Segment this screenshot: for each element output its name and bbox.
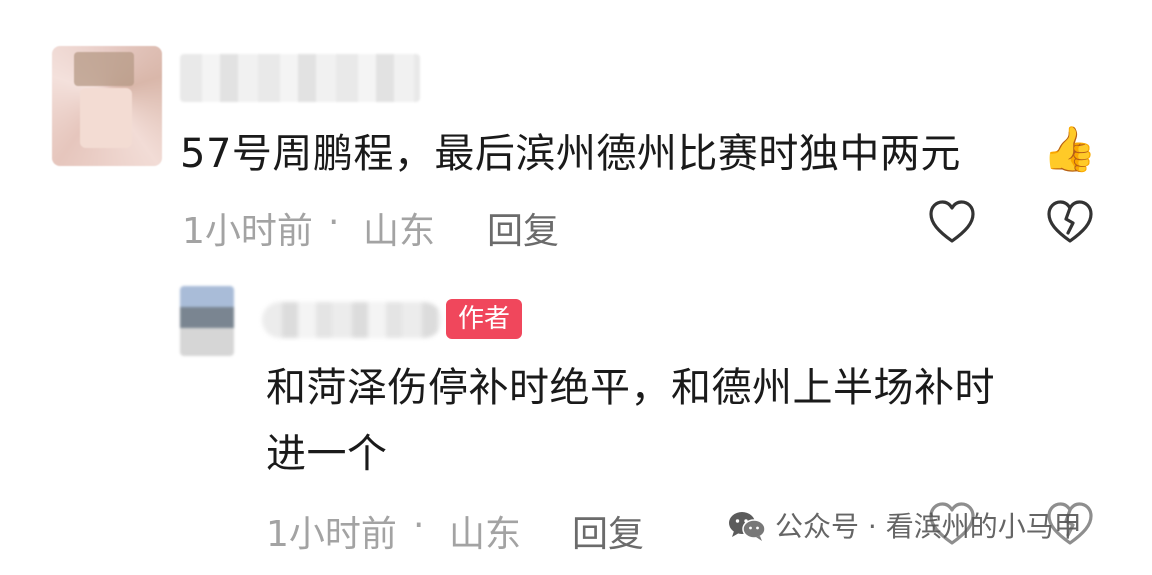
commenter-name-blurred[interactable] — [180, 54, 420, 102]
reply-time: 1小时前 — [266, 514, 397, 555]
author-badge: 作者 — [446, 299, 523, 339]
reply-text-line2: 进一个 — [266, 431, 388, 477]
comment-text: 57号周鹏程，最后滨州德州比赛时独中两元 — [180, 131, 961, 177]
thumbs-up-emoji: 👍 — [1042, 124, 1097, 175]
reply-location: 山东 — [449, 514, 522, 555]
commenter-avatar[interactable] — [52, 46, 162, 166]
reply-text-line1: 和菏泽伤停补时绝平，和德州上半场补时 — [266, 365, 995, 411]
comment-time: 1小时前 — [182, 211, 313, 252]
wechat-icon — [727, 510, 767, 542]
heart-icon[interactable] — [928, 199, 976, 245]
author-name-blurred[interactable] — [262, 302, 442, 338]
comment-location: 山东 — [363, 211, 436, 252]
reply-reply-button[interactable]: 回复 — [572, 505, 644, 557]
dislike-heart-icon[interactable] — [1046, 199, 1094, 245]
comment-reply-button[interactable]: 回复 — [487, 202, 559, 254]
watermark-text: 公众号 · 看滨州的小马甲 — [775, 510, 1082, 543]
author-avatar[interactable] — [180, 286, 234, 356]
reply-meta-dot: · — [413, 505, 425, 546]
watermark: 公众号 · 看滨州的小马甲 — [727, 505, 1082, 545]
comment-meta-dot: · — [328, 202, 340, 243]
